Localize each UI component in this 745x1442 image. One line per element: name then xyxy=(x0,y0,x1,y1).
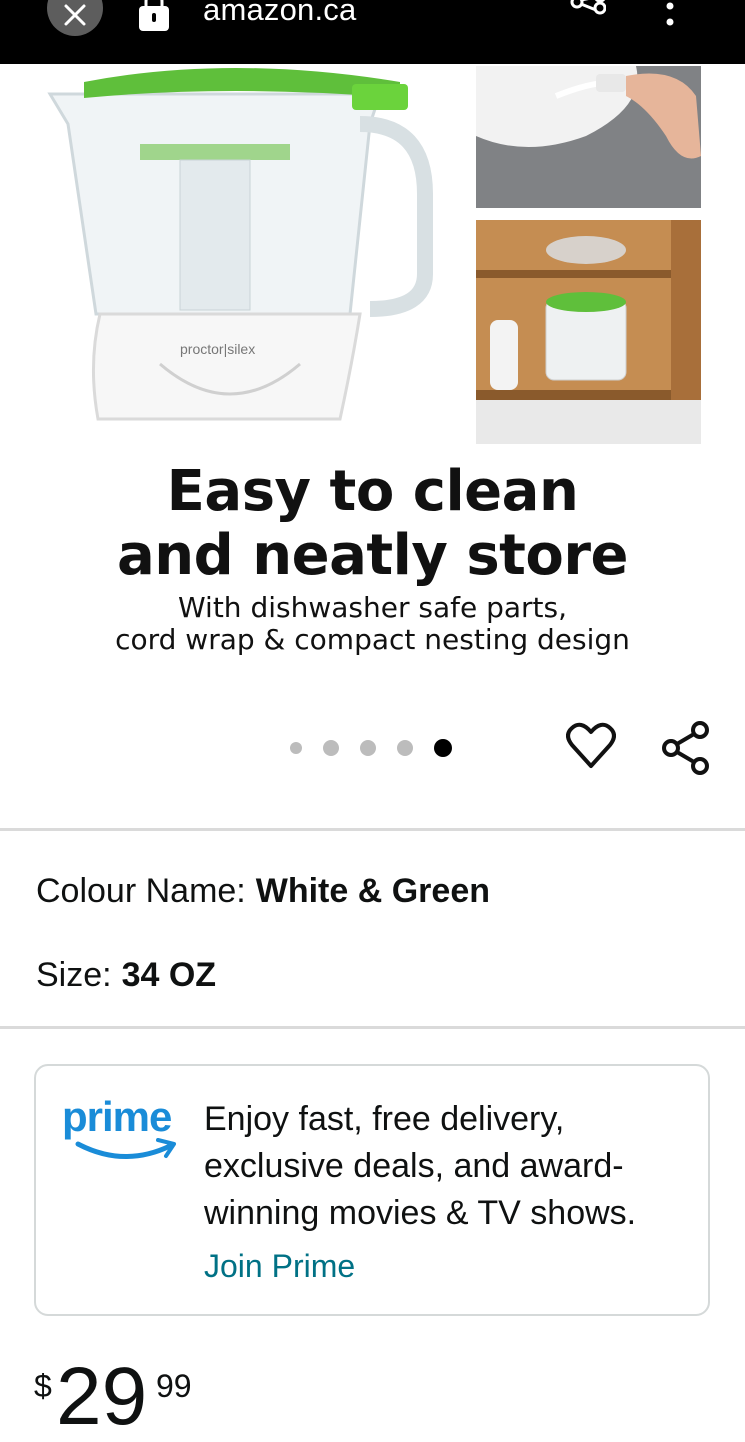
product-image-slide[interactable]: proctor|silex Easy to clean and neatly s… xyxy=(0,64,745,674)
carousel-dot[interactable] xyxy=(360,740,376,756)
close-icon xyxy=(64,4,86,26)
close-tab-button[interactable] xyxy=(47,0,103,36)
slide-subline: With dishwasher safe parts, cord wrap & … xyxy=(0,592,745,656)
carousel-dot[interactable] xyxy=(397,740,413,756)
share-icon[interactable] xyxy=(660,720,712,776)
colour-value: White & Green xyxy=(255,872,490,910)
colour-variation[interactable]: Colour Name: White & Green xyxy=(36,872,490,911)
prime-logo: prime xyxy=(62,1096,184,1166)
subline-line-2: cord wrap & compact nesting design xyxy=(115,623,630,656)
price-fraction: 99 xyxy=(156,1368,192,1404)
size-variation[interactable]: Size: 34 OZ xyxy=(36,956,216,995)
lock-icon xyxy=(139,0,169,31)
juicer-photo: proctor|silex xyxy=(47,68,433,421)
subline-line-1: With dishwasher safe parts, xyxy=(177,591,568,624)
join-prime-link[interactable]: Join Prime xyxy=(204,1248,355,1285)
colour-label: Colour Name: xyxy=(36,872,246,910)
carousel-dot[interactable] xyxy=(290,742,302,754)
section-divider xyxy=(0,828,745,831)
size-value: 34 OZ xyxy=(121,956,217,994)
prime-promo-card[interactable]: prime Enjoy fast, free delivery, exclusi… xyxy=(34,1064,710,1316)
section-divider xyxy=(0,1026,745,1029)
carousel-dot[interactable] xyxy=(323,740,339,756)
size-label: Size: xyxy=(36,956,112,994)
share-icon[interactable] xyxy=(570,0,606,30)
brand-label: proctor|silex xyxy=(180,341,255,357)
url-text[interactable]: amazon.ca xyxy=(203,0,356,28)
headline-line-2: and neatly store xyxy=(116,523,629,588)
price-whole: 29 xyxy=(56,1351,148,1442)
more-options-icon[interactable] xyxy=(660,0,680,32)
prime-message: Enjoy fast, free delivery, exclusive dea… xyxy=(204,1100,637,1232)
headline-line-1: Easy to clean xyxy=(166,459,579,524)
slide-headline: Easy to clean and neatly store xyxy=(0,460,745,588)
price-currency-symbol: $ xyxy=(34,1368,52,1404)
heart-icon[interactable] xyxy=(566,720,616,772)
prime-logo-text: prime xyxy=(62,1093,172,1140)
carousel-indicator[interactable] xyxy=(290,739,473,757)
cord-wrap-photo xyxy=(476,66,701,208)
prime-smile-icon xyxy=(75,1138,176,1159)
cabinet-storage-photo xyxy=(476,220,701,444)
carousel-dot-active[interactable] xyxy=(434,739,452,757)
browser-top-bar: amazon.ca xyxy=(0,0,745,64)
